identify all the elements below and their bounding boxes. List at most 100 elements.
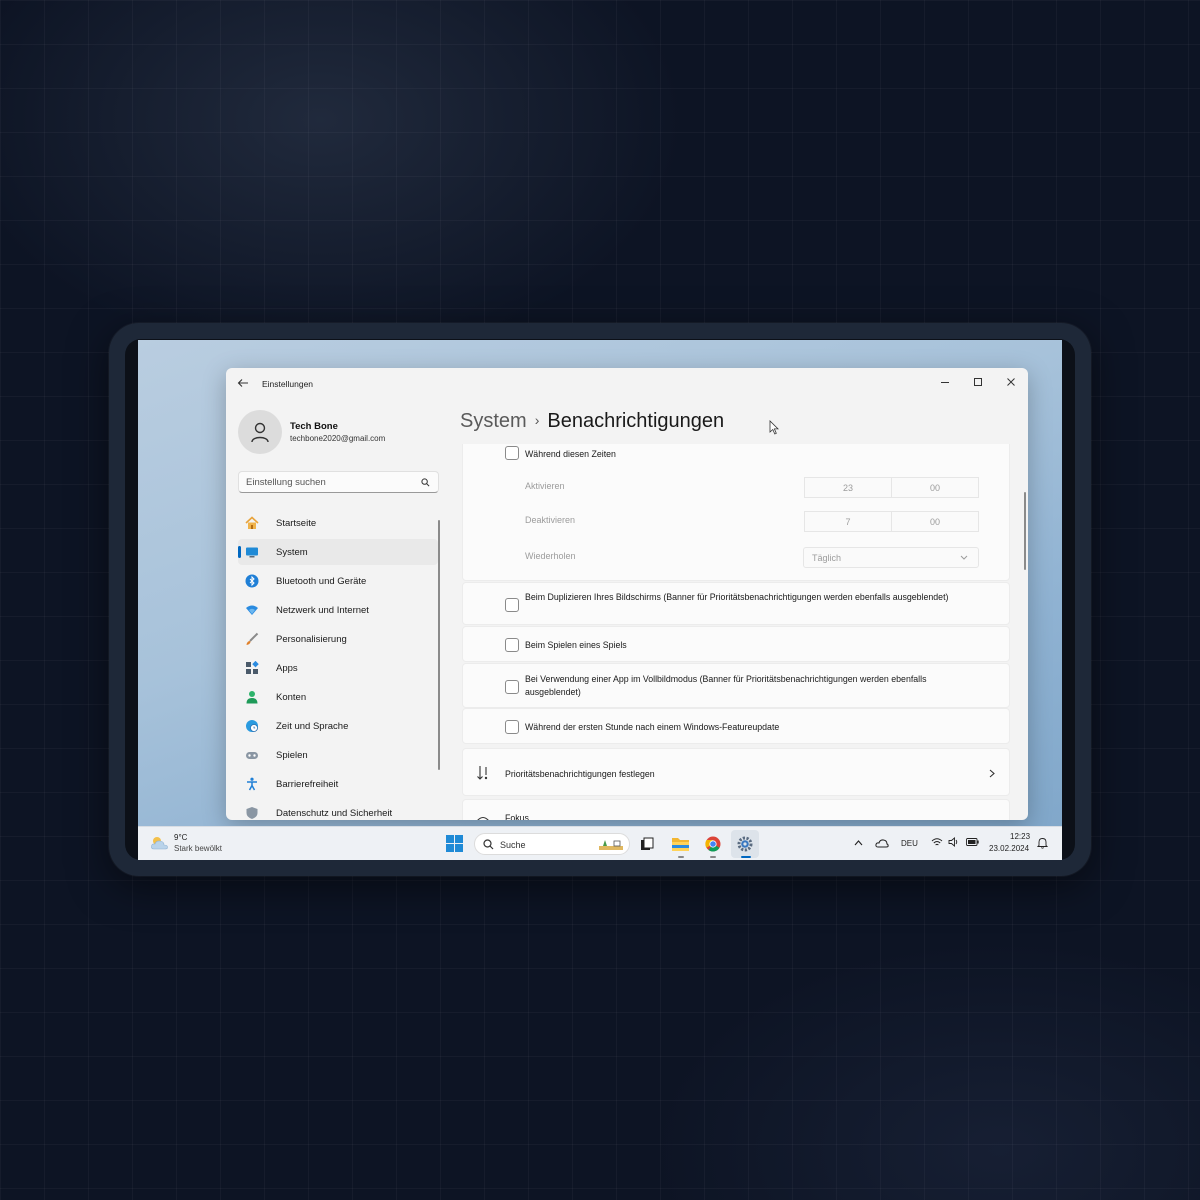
volume-icon[interactable] — [948, 837, 960, 847]
wifi-icon — [245, 603, 259, 617]
taskbar-search[interactable]: Suche — [474, 833, 630, 855]
sidebar-nav: Startseite System Bluetooth und Geräte N… — [238, 510, 438, 820]
sidebar-item-personalisierung[interactable]: Personalisierung — [238, 626, 438, 652]
gaming-checkbox[interactable] — [505, 638, 519, 652]
sidebar-item-apps[interactable]: Apps — [238, 655, 438, 681]
sidebar-item-label: Personalisierung — [276, 633, 347, 645]
app-title: Einstellungen — [262, 379, 314, 389]
repeat-select[interactable]: Täglich — [803, 547, 979, 568]
clock-time[interactable]: 12:23 — [1010, 832, 1030, 841]
sidebar-item-datenschutz[interactable]: Datenschutz und Sicherheit — [238, 800, 438, 820]
avatar[interactable] — [238, 410, 282, 454]
breadcrumb-parent[interactable]: System — [460, 410, 527, 432]
option-card-fullscreen: Bei Verwendung einer App im Vollbildmodu… — [462, 663, 1010, 708]
person-icon — [251, 422, 269, 443]
search-icon[interactable] — [421, 478, 430, 487]
settings-window: Einstellungen Tech Bone techbone2020@gma… — [226, 368, 1028, 820]
duplicate-label: Beim Duplizieren Ihres Bildschirms (Bann… — [525, 592, 949, 602]
deactivate-minute-field[interactable]: 00 — [891, 511, 979, 532]
sidebar-item-startseite[interactable]: Startseite — [238, 510, 438, 536]
settings-search — [238, 471, 439, 493]
maximize-button[interactable] — [968, 373, 988, 391]
globe-clock-icon — [245, 719, 259, 733]
taskbar-search-label: Suche — [500, 840, 526, 850]
monitor-icon — [245, 545, 259, 559]
profile-name: Tech Bone — [290, 421, 338, 432]
onedrive-cloud-icon[interactable] — [875, 838, 889, 848]
search-icon — [483, 839, 494, 850]
option-card-duplicate: Beim Duplizieren Ihres Bildschirms (Bann… — [462, 582, 1010, 625]
gamepad-icon — [245, 748, 259, 762]
sidebar-scrollbar[interactable] — [438, 520, 440, 770]
option-card-gaming: Beim Spielen eines Spiels — [462, 626, 1010, 662]
schedule-checkbox[interactable] — [505, 446, 519, 460]
keyboard-language[interactable]: DEU — [901, 839, 918, 848]
shield-icon — [245, 806, 259, 820]
close-button[interactable] — [1001, 373, 1021, 391]
deactivate-label: Deaktivieren — [525, 515, 576, 525]
schedule-label: Während diesen Zeiten — [525, 449, 616, 459]
sidebar-item-zeit-und-sprache[interactable]: Zeit und Sprache — [238, 713, 438, 739]
page-title: Benachrichtigungen — [547, 410, 725, 432]
bluetooth-icon — [245, 574, 259, 588]
focus-icon — [477, 816, 489, 820]
duplicate-checkbox[interactable] — [505, 598, 519, 612]
sidebar-item-label: Datenschutz und Sicherheit — [276, 807, 393, 819]
title-bar: Einstellungen — [226, 368, 1028, 398]
wifi-icon[interactable] — [931, 837, 943, 847]
sidebar-item-konten[interactable]: Konten — [238, 684, 438, 710]
weather-temperature[interactable]: 9°C — [174, 833, 187, 842]
windows-start-icon[interactable] — [446, 835, 463, 852]
sidebar-item-netzwerk[interactable]: Netzwerk und Internet — [238, 597, 438, 623]
task-view-icon[interactable] — [638, 835, 656, 853]
close-icon — [1007, 378, 1015, 386]
schedule-card: Während diesen Zeiten Aktivieren 23 00 D… — [462, 444, 1010, 581]
taskbar: 9°C Stark bewölkt Suche DEU 12:23 23.02.… — [138, 826, 1062, 860]
option-card-featureupdate: Während der ersten Stunde nach einem Win… — [462, 708, 1010, 744]
sidebar-item-label: Startseite — [276, 517, 317, 529]
featureupdate-checkbox[interactable] — [505, 720, 519, 734]
accessibility-icon — [245, 777, 259, 791]
focus-row[interactable]: Fokus — [462, 799, 1010, 820]
minimize-icon — [941, 382, 949, 383]
activate-hour-field[interactable]: 23 — [804, 477, 892, 498]
back-arrow-icon[interactable] — [237, 377, 249, 389]
sidebar-item-label: Spielen — [276, 749, 308, 761]
featureupdate-label: Während der ersten Stunde nach einem Win… — [525, 722, 780, 732]
apps-icon — [245, 661, 259, 675]
sidebar-item-label: System — [276, 546, 308, 558]
file-explorer-icon[interactable] — [671, 834, 689, 852]
sidebar-item-barrierefreiheit[interactable]: Barrierefreiheit — [238, 771, 438, 797]
weather-description[interactable]: Stark bewölkt — [174, 844, 222, 853]
notification-bell-icon[interactable] — [1037, 837, 1048, 849]
chevron-up-icon[interactable] — [854, 840, 863, 846]
chevron-down-icon — [960, 555, 968, 560]
breadcrumb: System › Benachrichtigungen — [460, 410, 724, 433]
chevron-right-icon — [989, 769, 995, 778]
settings-gear-icon[interactable] — [736, 835, 754, 853]
sidebar-item-label: Bluetooth und Geräte — [276, 575, 367, 587]
brush-icon — [245, 632, 259, 646]
deactivate-hour-field[interactable]: 7 — [804, 511, 892, 532]
settings-running-indicator — [741, 856, 751, 858]
sidebar-item-bluetooth[interactable]: Bluetooth und Geräte — [238, 568, 438, 594]
chrome-running-indicator — [710, 856, 716, 858]
sidebar-item-system[interactable]: System — [238, 539, 438, 565]
priority-notifications-row[interactable]: Prioritätsbenachrichtigungen festlegen — [462, 748, 1010, 796]
person-icon — [245, 690, 259, 704]
desktop-screen: Einstellungen Tech Bone techbone2020@gma… — [138, 340, 1062, 860]
breadcrumb-separator: › — [534, 412, 540, 428]
content-scrollbar[interactable] — [1024, 492, 1026, 570]
cloud-icon[interactable] — [150, 835, 170, 851]
chrome-icon[interactable] — [704, 835, 722, 853]
content-area: Während diesen Zeiten Aktivieren 23 00 D… — [462, 444, 1010, 820]
clock-date[interactable]: 23.02.2024 — [989, 844, 1029, 853]
battery-icon[interactable] — [966, 838, 979, 846]
fullscreen-checkbox[interactable] — [505, 680, 519, 694]
minimize-button[interactable] — [935, 373, 955, 391]
search-input[interactable] — [239, 472, 409, 493]
activate-minute-field[interactable]: 00 — [891, 477, 979, 498]
search-highlight-icon — [599, 840, 623, 850]
sidebar-item-spielen[interactable]: Spielen — [238, 742, 438, 768]
profile-email: techbone2020@gmail.com — [290, 434, 386, 443]
